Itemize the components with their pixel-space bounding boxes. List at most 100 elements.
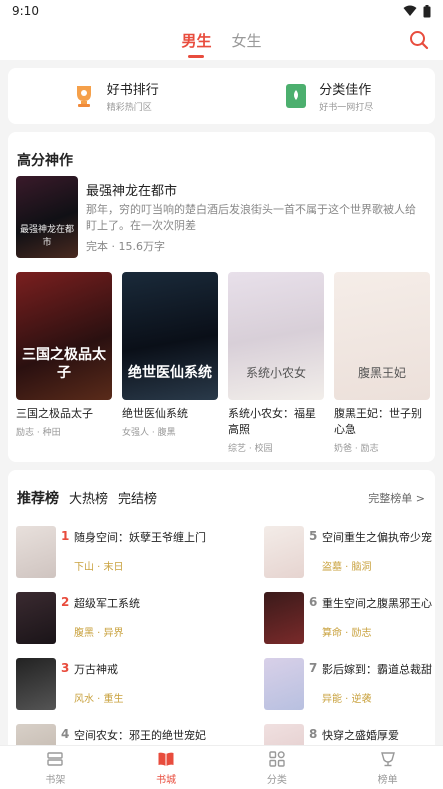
book-cover (264, 658, 304, 710)
quick-entry-category[interactable]: 分类佳作 好书一网打尽 (222, 68, 436, 124)
book-cover (264, 592, 304, 644)
bottom-navigation: 书架 书城 分类 榜单 (0, 745, 443, 789)
quick-entry-category-title: 分类佳作 (319, 83, 372, 98)
featured-book-cover-text: 最强神龙在都市 (20, 225, 75, 248)
book-cover-text: 系统小农女 (245, 366, 306, 380)
book-card[interactable]: 绝世医仙系统 绝世医仙系统 女强人 · 腹黑 (122, 272, 218, 454)
quick-entry-card: 好书排行 精彩热门区 分类佳作 好书一网打尽 (8, 68, 435, 124)
nav-bookstore[interactable]: 书城 (111, 746, 222, 789)
tab-female[interactable]: 女生 (222, 22, 272, 60)
book-tags: 异能 · 逆袭 (322, 694, 372, 705)
section-title: 高分神作 (17, 153, 73, 169)
book-cover (16, 658, 56, 710)
book-title: 空间农女：邪王的绝世宠妃 (74, 729, 206, 742)
status-icons (403, 4, 431, 18)
book-title: 随身空间：妖孽王爷缠上门 (74, 531, 206, 544)
nav-bookshelf-label: 书架 (45, 774, 66, 786)
book-title: 影后嫁到：霸道总裁甜 (322, 663, 432, 676)
list-item[interactable]: 7 影后嫁到：霸道总裁甜 异能 · 逆袭 (264, 658, 435, 714)
quick-entry-ranking[interactable]: 好书排行 精彩热门区 (8, 68, 222, 124)
book-title: 快穿之盛婚厚爱 (322, 729, 399, 742)
book-cover: 腹黑王妃 (334, 272, 430, 400)
book-cover: 三国之极品太子 (16, 272, 112, 400)
book-title: 绝世医仙系统 (122, 407, 188, 420)
bookmark-icon (283, 83, 309, 109)
list-item[interactable]: 6 重生空间之腹黑邪王心 算命 · 励志 (264, 592, 435, 648)
high-score-section: 高分神作 最强神龙在都市 最强神龙在都市 那年，穷的叮当响的楚白酒后发浪街头一首… (8, 132, 435, 462)
book-cover (264, 526, 304, 578)
tab-hot[interactable]: 大热榜 (69, 488, 108, 507)
featured-book-desc: 那年，穷的叮当响的楚白酒后发浪街头一首不属于这个世界歌被人给盯上了。在一次次阴差 (86, 203, 416, 232)
quick-entry-ranking-title: 好书排行 (106, 83, 159, 98)
rank-number: 5 (309, 529, 318, 543)
list-item[interactable]: 1 随身空间：妖孽王爷缠上门 下山 · 末日 (16, 526, 226, 582)
ranking-tabs: 推荐榜 大热榜 完结榜 (17, 488, 157, 508)
book-card[interactable]: 腹黑王妃 腹黑王妃：世子别心急 奶爸 · 励志 (334, 272, 430, 454)
rank-number: 3 (61, 661, 70, 675)
wifi-icon (403, 5, 417, 16)
book-card[interactable]: 系统小农女 系统小农女：福星高照 综艺 · 校园 (228, 272, 324, 454)
full-ranking-link[interactable]: 完整榜单 > (368, 490, 425, 506)
tab-male[interactable]: 男生 (171, 22, 221, 60)
ranking-icon (380, 751, 395, 766)
bookshelf-icon (47, 751, 64, 766)
rank-number: 4 (61, 727, 70, 741)
book-tags: 励志 · 种田 (16, 428, 61, 438)
book-title: 腹黑王妃：世子别心急 (334, 407, 422, 436)
book-cover-text: 三国之极品太子 (22, 347, 106, 381)
featured-book-meta: 完本 · 15.6万字 (86, 240, 165, 253)
list-item[interactable]: 2 超级军工系统 腹黑 · 异界 (16, 592, 226, 648)
nav-category-label: 分类 (266, 774, 287, 786)
book-tags: 奶爸 · 励志 (334, 444, 379, 454)
list-item[interactable]: 5 空间重生之偏执帝少宠 盗墓 · 脑洞 (264, 526, 435, 582)
book-icon (158, 752, 174, 766)
book-title: 万古神戒 (74, 663, 118, 676)
book-title: 空间重生之偏执帝少宠 (322, 531, 432, 544)
rank-number: 8 (309, 727, 318, 741)
book-tags: 盗墓 · 脑洞 (322, 562, 372, 573)
book-cover: 系统小农女 (228, 272, 324, 400)
book-tags: 腹黑 · 异界 (74, 628, 124, 639)
book-tags: 综艺 · 校园 (228, 444, 273, 454)
book-tags: 风水 · 重生 (74, 694, 124, 705)
book-tags: 算命 · 励志 (322, 628, 372, 639)
book-title: 超级军工系统 (74, 597, 140, 610)
featured-book[interactable]: 最强神龙在都市 最强神龙在都市 那年，穷的叮当响的楚白酒后发浪街头一首不属于这个… (16, 176, 426, 260)
battery-icon (423, 4, 431, 17)
book-title: 三国之极品太子 (16, 407, 93, 420)
book-cover (16, 592, 56, 644)
nav-bookstore-label: 书城 (156, 774, 177, 786)
grid-icon (269, 750, 285, 767)
nav-ranking[interactable]: 榜单 (332, 746, 443, 789)
book-cover: 绝世医仙系统 (122, 272, 218, 400)
quick-entry-ranking-subtitle: 精彩热门区 (106, 103, 152, 113)
tab-finished[interactable]: 完结榜 (118, 488, 157, 507)
book-cover (16, 526, 56, 578)
top-header: 男生 女生 (0, 22, 443, 60)
list-item[interactable]: 3 万古神戒 风水 · 重生 (16, 658, 226, 714)
rank-number: 1 (61, 529, 70, 543)
rank-number: 2 (61, 595, 70, 609)
featured-book-title: 最强神龙在都市 (86, 184, 178, 199)
book-cover-text: 绝世医仙系统 (128, 365, 212, 381)
book-title: 重生空间之腹黑邪王心 (322, 597, 432, 610)
status-bar: 9:10 (0, 0, 443, 22)
book-cover-text: 腹黑王妃 (357, 366, 406, 380)
book-card[interactable]: 三国之极品太子 三国之极品太子 励志 · 种田 (16, 272, 112, 454)
nav-category[interactable]: 分类 (222, 746, 333, 789)
rank-number: 7 (309, 661, 318, 675)
book-title: 系统小农女：福星高照 (228, 407, 316, 436)
quick-entry-category-subtitle: 好书一网打尽 (319, 103, 374, 113)
book-grid: 三国之极品太子 三国之极品太子 励志 · 种田 绝世医仙系统 绝世医仙系统 女强… (16, 272, 430, 454)
trophy-icon (71, 83, 97, 109)
status-time: 9:10 (12, 4, 39, 18)
search-icon[interactable] (409, 30, 429, 50)
tab-recommend[interactable]: 推荐榜 (17, 488, 59, 508)
book-tags: 下山 · 末日 (74, 562, 124, 573)
rank-number: 6 (309, 595, 318, 609)
featured-book-cover: 最强神龙在都市 (16, 176, 78, 258)
book-tags: 女强人 · 腹黑 (122, 428, 176, 438)
nav-bookshelf[interactable]: 书架 (0, 746, 111, 789)
ranking-section: 推荐榜 大热榜 完结榜 完整榜单 > 1 随身空间：妖孽王爷缠上门 下山 · 末… (8, 470, 435, 789)
nav-ranking-label: 榜单 (377, 774, 398, 786)
